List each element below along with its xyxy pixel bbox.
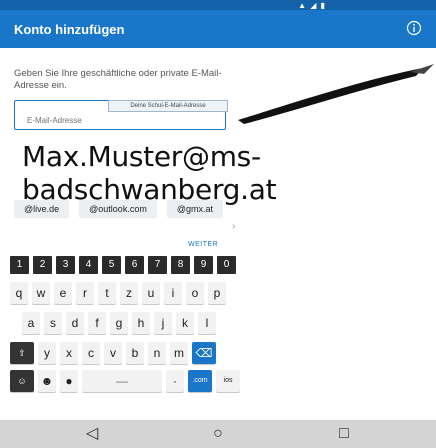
signal-icon: ▲ ◢ ▮ — [298, 1, 326, 10]
mic-icon: ● — [65, 374, 73, 388]
key-o[interactable]: o — [186, 282, 204, 304]
domain-chip-live[interactable]: @live.de — [14, 200, 70, 218]
chevron-right-icon: › — [232, 221, 236, 232]
key-8[interactable]: 8 — [171, 256, 190, 274]
key-3[interactable]: 3 — [56, 256, 75, 274]
backspace-key[interactable]: ⌫ — [192, 342, 216, 364]
key-6[interactable]: 6 — [125, 256, 144, 274]
key-j[interactable]: j — [154, 312, 172, 334]
ios-key[interactable]: ios — [216, 370, 240, 392]
key-g[interactable]: g — [110, 312, 128, 334]
key-w[interactable]: w — [32, 282, 50, 304]
shift-key[interactable]: ⇧ — [10, 342, 34, 364]
key-row-3: ⇧ y x c v b n m ⌫ — [10, 342, 216, 364]
key-y[interactable]: y — [38, 342, 56, 364]
home-circle-icon[interactable]: ○ — [188, 420, 248, 448]
key-row-bottom: ☺ ☻ ● — · .com ios — [10, 370, 240, 392]
key-n[interactable]: n — [148, 342, 166, 364]
domain-chip-outlook[interactable]: @outlook.com — [79, 200, 157, 218]
handwritten-email-text: Max.Muster@ms-badschwanberg.at — [22, 140, 277, 206]
space-key[interactable]: — — [82, 370, 162, 392]
key-e[interactable]: e — [54, 282, 72, 304]
shift-icon: ⇧ — [18, 348, 26, 358]
key-v[interactable]: v — [104, 342, 122, 364]
key-2[interactable]: 2 — [33, 256, 52, 274]
key-d[interactable]: d — [66, 312, 84, 334]
symbols-icon: ☺ — [17, 376, 27, 386]
status-bar: ▲ ◢ ▮ — [0, 0, 436, 10]
emoji-icon: ☻ — [40, 374, 54, 388]
dot-icon: · — [173, 374, 177, 388]
nav-bar: ◁ ○ □ — [0, 420, 436, 448]
back-triangle-icon[interactable]: ◁ — [62, 420, 122, 448]
key-h[interactable]: h — [132, 312, 150, 334]
key-m[interactable]: m — [170, 342, 188, 364]
symbols-key[interactable]: ☺ — [10, 370, 34, 392]
key-z[interactable]: z — [120, 282, 138, 304]
next-button[interactable]: WEITER — [188, 241, 218, 248]
key-q[interactable]: q — [10, 282, 28, 304]
key-7[interactable]: 7 — [148, 256, 167, 274]
key-row-1: q w e r t z u i o p — [10, 282, 226, 304]
backspace-icon: ⌫ — [195, 346, 213, 360]
key-x[interactable]: x — [60, 342, 78, 364]
page-title: Konto hinzufügen — [14, 22, 125, 37]
key-5[interactable]: 5 — [102, 256, 121, 274]
key-u[interactable]: u — [142, 282, 160, 304]
domain-chip-gmx[interactable]: @gmx.at — [166, 200, 223, 218]
key-b[interactable]: b — [126, 342, 144, 364]
key-i[interactable]: i — [164, 282, 182, 304]
key-r[interactable]: r — [76, 282, 94, 304]
key-l[interactable]: l — [198, 312, 216, 334]
key-emoji[interactable]: ☻ — [38, 370, 56, 392]
key-p[interactable]: p — [208, 282, 226, 304]
key-mic[interactable]: ● — [60, 370, 78, 392]
key-k[interactable]: k — [176, 312, 194, 334]
key-a[interactable]: a — [22, 312, 40, 334]
info-icon[interactable] — [406, 20, 422, 36]
key-row-2: a s d f g h j k l — [22, 312, 216, 334]
key-c[interactable]: c — [82, 342, 100, 364]
pen-icon — [238, 64, 434, 124]
recents-square-icon[interactable]: □ — [314, 420, 374, 448]
key-0[interactable]: 0 — [217, 256, 236, 274]
input-tooltip: Deine Schul-E-Mail-Adresse — [108, 100, 228, 112]
key-dot[interactable]: · — [166, 370, 184, 392]
key-9[interactable]: 9 — [194, 256, 213, 274]
com-key[interactable]: .com — [188, 370, 212, 392]
form-description: Geben Sie Ihre geschäftliche oder privat… — [14, 68, 222, 91]
key-4[interactable]: 4 — [79, 256, 98, 274]
app-bar: Konto hinzufügen — [0, 10, 436, 48]
domain-suggestions: @live.de @outlook.com @gmx.at — [14, 200, 223, 218]
key-f[interactable]: f — [88, 312, 106, 334]
number-row: 1 2 3 4 5 6 7 8 9 0 — [10, 256, 236, 274]
key-1[interactable]: 1 — [10, 256, 29, 274]
key-t[interactable]: t — [98, 282, 116, 304]
key-s[interactable]: s — [44, 312, 62, 334]
